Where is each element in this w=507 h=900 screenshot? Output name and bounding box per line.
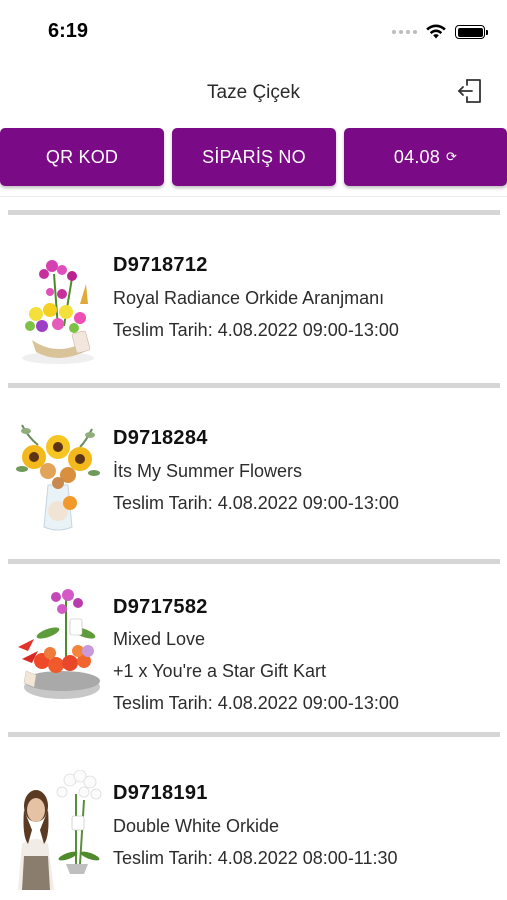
order-id: D9718191 xyxy=(113,782,208,804)
delivery-date: Teslim Tarih: 4.08.2022 09:00-13:00 xyxy=(113,693,399,713)
qr-code-button[interactable]: QR KOD xyxy=(0,128,164,186)
order-id: D9717582 xyxy=(113,596,208,618)
product-name: Mixed Love xyxy=(113,629,206,649)
product-name: Double White Orkide xyxy=(113,816,280,836)
product-image xyxy=(18,589,100,699)
battery-icon xyxy=(455,25,488,39)
order-id: D9718284 xyxy=(113,427,208,449)
order-divider xyxy=(8,383,500,388)
logout-icon xyxy=(458,79,481,103)
order-card[interactable]: D9717582 Mixed Love +1 x You're a Star G… xyxy=(0,559,507,735)
order-divider xyxy=(8,732,500,737)
product-name: İts My Summer Flowers xyxy=(113,461,303,481)
date-label: 04.08 xyxy=(393,146,440,167)
delivery-date: Teslim Tarih: 4.08.2022 09:00-13:00 xyxy=(113,493,399,513)
order-number-button[interactable]: SİPARİŞ NO xyxy=(172,128,336,186)
header-divider xyxy=(0,196,507,197)
app-header: Taze Çiçek xyxy=(0,60,507,124)
product-image xyxy=(16,424,100,531)
order-card[interactable]: D9718284 İts My Summer Flowers Teslim Ta… xyxy=(0,383,507,559)
wifi-icon xyxy=(426,24,446,39)
delivery-date: Teslim Tarih: 4.08.2022 09:00-13:00 xyxy=(113,320,399,340)
refresh-icon: ⟳ xyxy=(445,149,458,164)
order-id: D9718712 xyxy=(113,254,208,276)
order-divider xyxy=(8,210,500,215)
logout-button[interactable] xyxy=(453,74,487,108)
order-card[interactable]: D9718712 Royal Radiance Orkide Aranjmanı… xyxy=(0,210,507,382)
signal-icon xyxy=(392,30,417,34)
gift-card-line: +1 x You're a Star Gift Kart xyxy=(113,661,327,681)
date-button[interactable]: 04.08 ⟳ xyxy=(344,128,507,186)
qr-code-label: QR KOD xyxy=(45,146,119,167)
filter-tabs: QR KOD SİPARİŞ NO 04.08 ⟳ xyxy=(0,128,507,186)
order-divider xyxy=(8,559,500,564)
status-time: 6:19 xyxy=(48,20,89,42)
page-title: Taze Çiçek xyxy=(207,82,300,103)
product-name: Royal Radiance Orkide Aranjmanı xyxy=(113,288,385,308)
order-card[interactable]: D9718191 Double White Orkide Teslim Tari… xyxy=(0,732,507,900)
product-image xyxy=(18,770,102,890)
delivery-date: Teslim Tarih: 4.08.2022 08:00-11:30 xyxy=(113,848,398,868)
status-icons xyxy=(392,24,488,40)
product-image xyxy=(22,260,94,364)
order-number-label: SİPARİŞ NO xyxy=(202,146,306,167)
status-bar: 6:19 xyxy=(0,0,507,60)
